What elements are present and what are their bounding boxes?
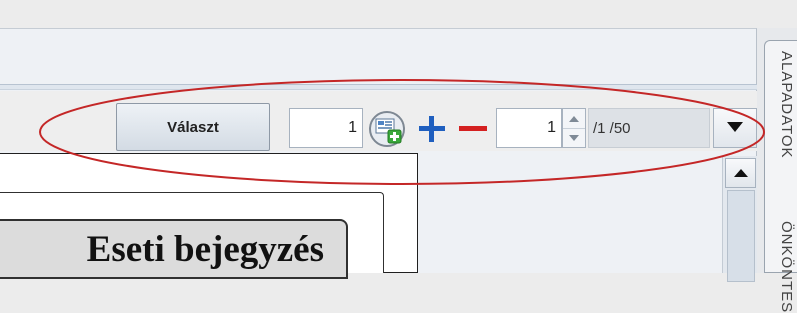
dropdown-button[interactable] — [713, 108, 757, 148]
add-page-icon[interactable] — [367, 109, 407, 149]
side-tab[interactable]: ALAPADATOK ÖNKÖNTES — [764, 40, 797, 313]
panel-divider — [0, 84, 757, 90]
side-tab-label-2: ÖNKÖNTES — [778, 221, 795, 313]
choose-button[interactable]: Választ — [116, 103, 270, 151]
up-arrow-icon — [733, 164, 748, 182]
down-arrow-icon[interactable] — [563, 128, 585, 147]
vertical-scrollbar[interactable] — [722, 156, 757, 282]
count-spinner[interactable] — [562, 108, 586, 148]
scroll-up-button[interactable] — [725, 158, 756, 188]
page-number-field[interactable]: 1 — [289, 108, 363, 148]
document-title: Eseti bejegyzés — [0, 219, 348, 279]
chevron-down-icon — [727, 119, 743, 137]
page-range-label: /1 /50 — [588, 108, 710, 148]
up-arrow-icon[interactable] — [563, 109, 585, 129]
window-top-strip — [0, 0, 797, 28]
count-value: 1 — [547, 119, 556, 136]
scroll-thumb[interactable] — [727, 190, 755, 282]
side-tab-label: ALAPADATOK — [778, 51, 795, 159]
page-number-value: 1 — [348, 119, 357, 136]
count-field[interactable]: 1 — [496, 108, 562, 148]
minus-icon[interactable] — [455, 112, 491, 146]
plus-icon[interactable] — [415, 112, 449, 146]
